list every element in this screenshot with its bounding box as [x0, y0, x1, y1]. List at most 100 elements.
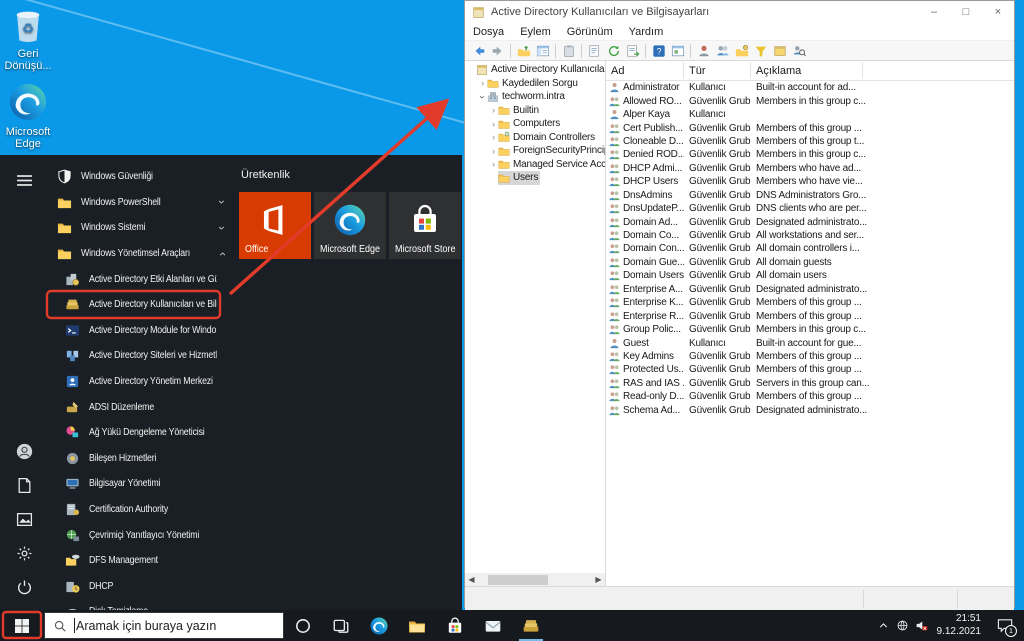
list-row-dhcp-users[interactable]: DHCP UsersGüvenlik Grub...Members who ha… — [606, 175, 1014, 188]
taskbar-button-mail[interactable] — [474, 610, 512, 641]
start-menu-item[interactable]: DFS Management — [48, 548, 234, 574]
list-row-guest[interactable]: GuestKullanıcıBuilt-in account for gue..… — [606, 336, 1014, 349]
start-menu-item[interactable]: DHCP — [48, 574, 234, 600]
taskbar-button-aduc[interactable] — [512, 610, 550, 641]
user-account-button[interactable] — [0, 434, 48, 468]
scroll-right-arrow-icon[interactable]: ▶ — [592, 575, 605, 584]
power-button[interactable] — [0, 570, 48, 604]
list-row-domain-ad-[interactable]: Domain Ad...Güvenlik Grub...Designated a… — [606, 215, 1014, 228]
list-row-ras-and-ias-[interactable]: RAS and IAS ...Güvenlik Grub...Servers i… — [606, 377, 1014, 390]
menu-yardım[interactable]: Yardım — [621, 26, 672, 38]
start-menu-item[interactable]: Bilgisayar Yönetimi — [48, 471, 234, 497]
action-center-button[interactable]: 1 — [988, 610, 1022, 641]
tree-item-body[interactable]: techworm.intra — [487, 90, 567, 104]
toolbar-up-folder-icon[interactable] — [517, 44, 531, 58]
list-row-read-only-d-[interactable]: Read-only D...Güvenlik Grub...Members of… — [606, 390, 1014, 403]
list-row-dnsadmins[interactable]: DnsAdminsGüvenlik Grub...DNS Administrat… — [606, 189, 1014, 202]
scroll-left-arrow-icon[interactable]: ◀ — [465, 575, 478, 584]
tray-button-chevron-up[interactable] — [874, 610, 893, 641]
toolbar-clipboard-icon[interactable] — [562, 44, 576, 58]
toolbar-new-group-icon[interactable] — [716, 44, 730, 58]
start-menu-item[interactable]: Active Directory Kullanıcıları ve Bilgi.… — [48, 292, 234, 318]
close-button[interactable]: × — [982, 1, 1014, 23]
tree-item-computers[interactable]: ›Computers — [465, 117, 605, 131]
list-row-group-polic-[interactable]: Group Polic...Güvenlik Grub...Members in… — [606, 323, 1014, 336]
list-row-allowed-ro-[interactable]: Allowed RO...Güvenlik Grub...Members in … — [606, 94, 1014, 107]
chevron-up-icon[interactable]: › — [215, 252, 229, 256]
list-row-enterprise-r-[interactable]: Enterprise R...Güvenlik Grub...Members o… — [606, 309, 1014, 322]
start-button[interactable] — [0, 610, 44, 641]
list-row-domain-gue-[interactable]: Domain Gue...Güvenlik Grub...All domain … — [606, 256, 1014, 269]
chevron-down-icon[interactable]: › — [215, 200, 229, 204]
list-row-alper-kaya[interactable]: Alper KayaKullanıcı — [606, 108, 1014, 121]
list-row-administrator[interactable]: AdministratorKullanıcıBuilt-in account f… — [606, 81, 1014, 94]
start-menu-item[interactable]: Windows Yönetimsel Araçları› — [48, 241, 234, 267]
tree-item-body[interactable]: Kaydedilen Sorgu — [487, 77, 580, 91]
column-header-name[interactable]: Ad — [606, 62, 684, 79]
list-row-cert-publish-[interactable]: Cert Publish...Güvenlik Grub...Members o… — [606, 121, 1014, 134]
tray-button-volume-muted[interactable] — [912, 610, 931, 641]
tree-item-managed-service-accounts[interactable]: ›Managed Service Accounts — [465, 158, 605, 172]
list-row-schema-ad-[interactable]: Schema Ad...Güvenlik Grub...Designated a… — [606, 404, 1014, 417]
start-menu-item[interactable]: Ağ Yükü Dengeleme Yöneticisi — [48, 420, 234, 446]
toolbar-back-icon[interactable] — [472, 44, 486, 58]
tree-horizontal-scrollbar[interactable]: ◀ ▶ — [465, 573, 605, 586]
start-menu-item[interactable]: Active Directory Etki Alanları ve Güv... — [48, 266, 234, 292]
tray-button-network-globe[interactable] — [893, 610, 912, 641]
start-menu-item[interactable]: Active Directory Module for Windo... — [48, 318, 234, 344]
toolbar-export-list-icon[interactable] — [588, 44, 602, 58]
toolbar-refresh-icon[interactable] — [607, 44, 621, 58]
list-row-domain-con-[interactable]: Domain Con...Güvenlik Grub...All domain … — [606, 242, 1014, 255]
start-menu-item[interactable]: Windows PowerShell› — [48, 190, 234, 216]
desktop-icon-recycle-bin[interactable]: ♻ Geri Dönüşü... — [0, 4, 56, 73]
taskbar-button-edge[interactable] — [360, 610, 398, 641]
tree-item-body[interactable]: ForeignSecurityPrincipals — [498, 144, 605, 158]
menu-görünüm[interactable]: Görünüm — [559, 26, 621, 38]
start-menu-item[interactable]: Active Directory Yönetim Merkezi — [48, 369, 234, 395]
scrollbar-thumb[interactable] — [488, 575, 548, 585]
menu-dosya[interactable]: Dosya — [465, 26, 512, 38]
toolbar-filter-icon[interactable] — [754, 44, 768, 58]
pictures-button[interactable] — [0, 502, 48, 536]
desktop-icon-edge[interactable]: Microsoft Edge — [0, 82, 56, 151]
tree-item-foreignsecurityprincipals[interactable]: ›ForeignSecurityPrincipals — [465, 144, 605, 158]
tree-item-techworm-intra[interactable]: ›techworm.intra — [465, 90, 605, 104]
tree-item-body[interactable]: Domain Controllers — [498, 131, 597, 145]
tree-item-active-directory-kullan-c-lar-ve-bilgisayarlar-[interactable]: Active Directory Kullanıcıları ve Bilgis… — [465, 63, 605, 77]
list-row-domain-users[interactable]: Domain UsersGüvenlik Grub...All domain u… — [606, 269, 1014, 282]
expander-collapsed-icon[interactable]: › — [489, 119, 498, 129]
expander-collapsed-icon[interactable]: › — [478, 78, 487, 88]
tree-item-domain-controllers[interactable]: ›Domain Controllers — [465, 131, 605, 145]
taskbar-button-store[interactable] — [436, 610, 474, 641]
tile-microsoft-edge[interactable]: Microsoft Edge — [314, 192, 386, 259]
clock[interactable]: 21:51 9.12.2021 — [937, 613, 982, 638]
start-menu-item[interactable]: Windows Sistemi› — [48, 215, 234, 241]
tree-item-kaydedilen-sorgu[interactable]: ›Kaydedilen Sorgu — [465, 77, 605, 91]
tree-item-body[interactable]: Users — [498, 171, 540, 185]
list-row-enterprise-a-[interactable]: Enterprise A...Güvenlik Grub...Designate… — [606, 283, 1014, 296]
title-bar[interactable]: Active Directory Kullanıcıları ve Bilgis… — [465, 1, 1014, 23]
tree-item-users[interactable]: Users — [465, 171, 605, 185]
expander-collapsed-icon[interactable]: › — [489, 159, 498, 169]
tree-item-builtin[interactable]: ›Builtin — [465, 104, 605, 118]
start-menu-item[interactable]: Disk Temizleme — [48, 599, 234, 610]
documents-button[interactable] — [0, 468, 48, 502]
expander-collapsed-icon[interactable]: › — [489, 105, 498, 115]
toolbar-window-extra-icon[interactable] — [671, 44, 685, 58]
settings-button[interactable] — [0, 536, 48, 570]
start-menu-item[interactable]: Bileşen Hizmetleri — [48, 446, 234, 472]
expander-collapsed-icon[interactable]: › — [489, 132, 498, 142]
toolbar-help-icon[interactable]: ? — [652, 44, 666, 58]
toolbar-window-gold-icon[interactable] — [773, 44, 787, 58]
tree-item-body[interactable]: Computers — [498, 117, 562, 131]
toolbar-show-tree-icon[interactable] — [536, 44, 550, 58]
expander-collapsed-icon[interactable]: › — [489, 146, 498, 156]
maximize-button[interactable]: □ — [950, 1, 982, 23]
tree-item-body[interactable]: Managed Service Accounts — [498, 158, 605, 172]
toolbar-save-list-icon[interactable] — [626, 44, 640, 58]
list-row-dhcp-admi-[interactable]: DHCP Admi...Güvenlik Grub...Members who … — [606, 162, 1014, 175]
list-row-dnsupdatep-[interactable]: DnsUpdateP...Güvenlik Grub...DNS clients… — [606, 202, 1014, 215]
column-header-description[interactable]: Açıklama — [751, 62, 863, 79]
start-menu-item[interactable]: Certification Authority — [48, 497, 234, 523]
taskbar-search-input[interactable]: Aramak için buraya yazın — [44, 612, 284, 639]
